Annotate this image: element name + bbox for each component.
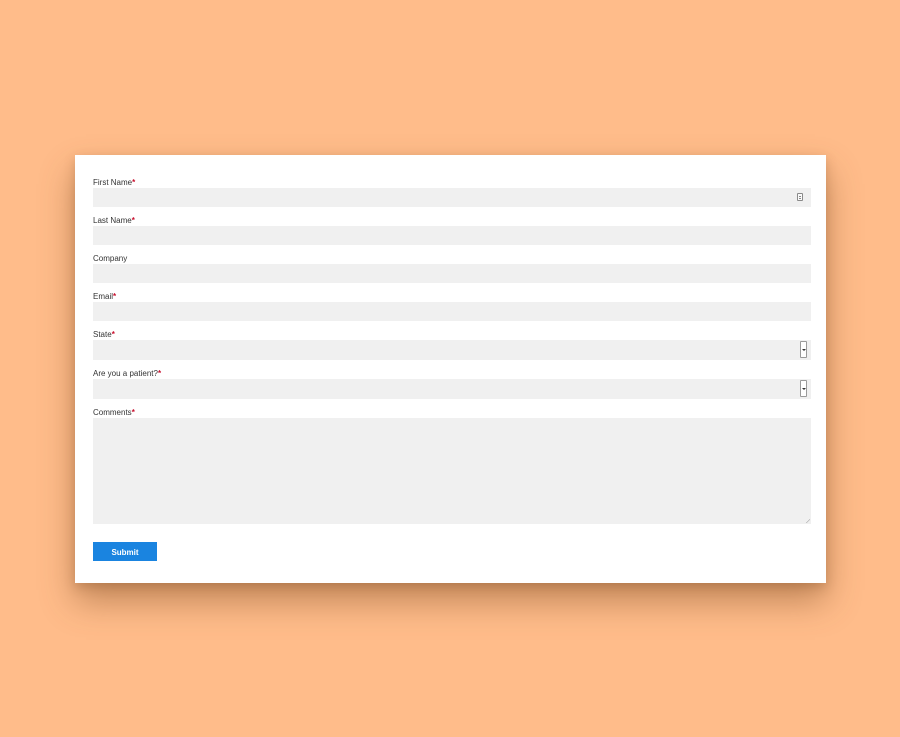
last-name-label: Last Name* bbox=[93, 216, 135, 226]
email-input[interactable] bbox=[93, 302, 811, 321]
contact-card-icon[interactable] bbox=[797, 193, 803, 201]
required-marker: * bbox=[113, 292, 117, 301]
first-name-input[interactable] bbox=[93, 188, 811, 207]
comments-textarea[interactable] bbox=[93, 418, 811, 524]
company-input[interactable] bbox=[93, 264, 811, 283]
last-name-label-text: Last Name bbox=[93, 216, 132, 225]
submit-button[interactable]: Submit bbox=[93, 542, 157, 561]
company-label: Company bbox=[93, 254, 127, 264]
resize-grip-icon[interactable] bbox=[806, 519, 810, 523]
company-label-text: Company bbox=[93, 254, 128, 263]
email-label: Email* bbox=[93, 292, 116, 302]
last-name-input[interactable] bbox=[93, 226, 811, 245]
patient-select[interactable] bbox=[93, 379, 811, 399]
chevron-down-icon[interactable] bbox=[800, 341, 807, 358]
patient-label-text: Are you a patient? bbox=[93, 369, 158, 378]
state-select[interactable] bbox=[93, 340, 811, 360]
chevron-down-icon[interactable] bbox=[800, 380, 807, 397]
state-label: State* bbox=[93, 330, 115, 340]
state-label-text: State bbox=[93, 330, 112, 339]
required-marker: * bbox=[131, 408, 135, 417]
patient-label: Are you a patient?* bbox=[93, 369, 161, 379]
comments-label: Comments* bbox=[93, 408, 135, 418]
comments-label-text: Comments bbox=[93, 408, 132, 417]
required-marker: * bbox=[131, 216, 135, 225]
required-marker: * bbox=[157, 369, 162, 378]
first-name-label-text: First Name bbox=[93, 178, 133, 187]
email-label-text: Email bbox=[93, 292, 114, 301]
first-name-label: First Name* bbox=[93, 178, 135, 188]
required-marker: * bbox=[111, 330, 115, 339]
contact-form-card: First Name* Last Name* Company Email* St… bbox=[75, 155, 826, 583]
required-marker: * bbox=[132, 178, 136, 187]
